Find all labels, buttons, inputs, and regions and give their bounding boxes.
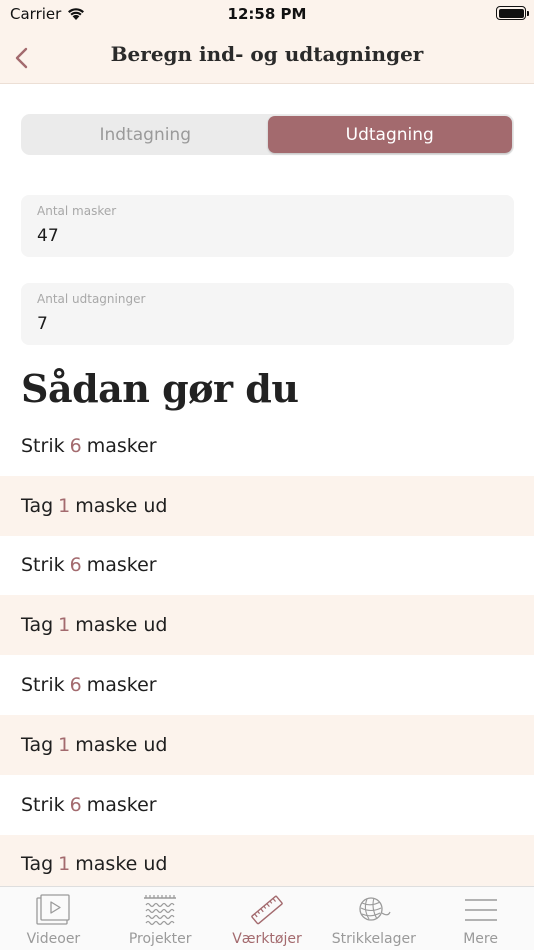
tab-videos[interactable]: Videoer: [0, 887, 107, 950]
tab-tools[interactable]: Værktøjer: [214, 887, 321, 950]
navigation-bar: Beregn ind- og udtagninger: [0, 28, 534, 84]
step-count: 1: [58, 733, 71, 756]
mode-segmented-control: Indtagning Udtagning: [21, 114, 514, 155]
instruction-step: Strik 6 masker: [21, 434, 157, 457]
instruction-list: Strik 6 masker Tag 1 maske ud Strik 6 masker T…: [0, 416, 534, 895]
tab-more[interactable]: Mere: [427, 887, 534, 950]
tab-stash[interactable]: Strikkelager: [320, 887, 427, 950]
knitting-icon: [144, 895, 177, 926]
yarn-ball-icon: [359, 897, 391, 921]
tab-tools-label: Værktøjer: [232, 931, 302, 947]
video-icon: [36, 894, 71, 925]
increase-count-field[interactable]: Antal udtagninger 7: [21, 283, 514, 345]
tab-projects-label: Projekter: [128, 931, 192, 947]
increase-count-label: Antal udtagninger: [37, 292, 146, 306]
stitch-count-input[interactable]: 47: [37, 226, 59, 246]
tab-more-label: Mere: [463, 931, 498, 947]
step-count: 6: [69, 434, 82, 457]
tab-stash-label: Strikkelager: [331, 931, 416, 947]
battery-icon: [496, 6, 529, 20]
instructions-title: Sådan gør du: [21, 366, 299, 411]
stitch-count-field[interactable]: Antal masker 47: [21, 195, 514, 257]
tab-bar: Videoer Projekter Værktøjer Strikkelager…: [0, 886, 534, 950]
instruction-step: Strik 6 masker: [21, 554, 157, 577]
increase-count-input[interactable]: 7: [37, 314, 48, 334]
segment-increase[interactable]: Udtagning: [267, 116, 512, 153]
instruction-step: Strik 6 masker: [21, 793, 157, 816]
step-count: 1: [58, 853, 71, 876]
tab-projects[interactable]: Projekter: [107, 887, 214, 950]
stitch-count-label: Antal masker: [37, 204, 117, 218]
step-count: 6: [69, 674, 82, 697]
instruction-step: Tag 1 maske ud: [0, 714, 534, 775]
step-count: 6: [69, 554, 82, 577]
page-title: Beregn ind- og udtagninger: [110, 42, 424, 66]
tab-videos-label: Videoer: [26, 931, 81, 947]
ruler-icon: [251, 895, 283, 925]
instruction-step: Strik 6 masker: [21, 674, 157, 697]
instruction-step: Tag 1 maske ud: [0, 595, 534, 656]
status-bar: Carrier 12:58 PM: [0, 0, 534, 28]
menu-icon: [464, 899, 497, 921]
segment-decrease[interactable]: Indtagning: [23, 116, 268, 153]
step-count: 6: [69, 793, 82, 816]
step-count: 1: [58, 494, 71, 517]
instruction-step: Tag 1 maske ud: [0, 475, 534, 536]
clock: 12:58 PM: [227, 5, 307, 23]
step-count: 1: [58, 614, 71, 637]
